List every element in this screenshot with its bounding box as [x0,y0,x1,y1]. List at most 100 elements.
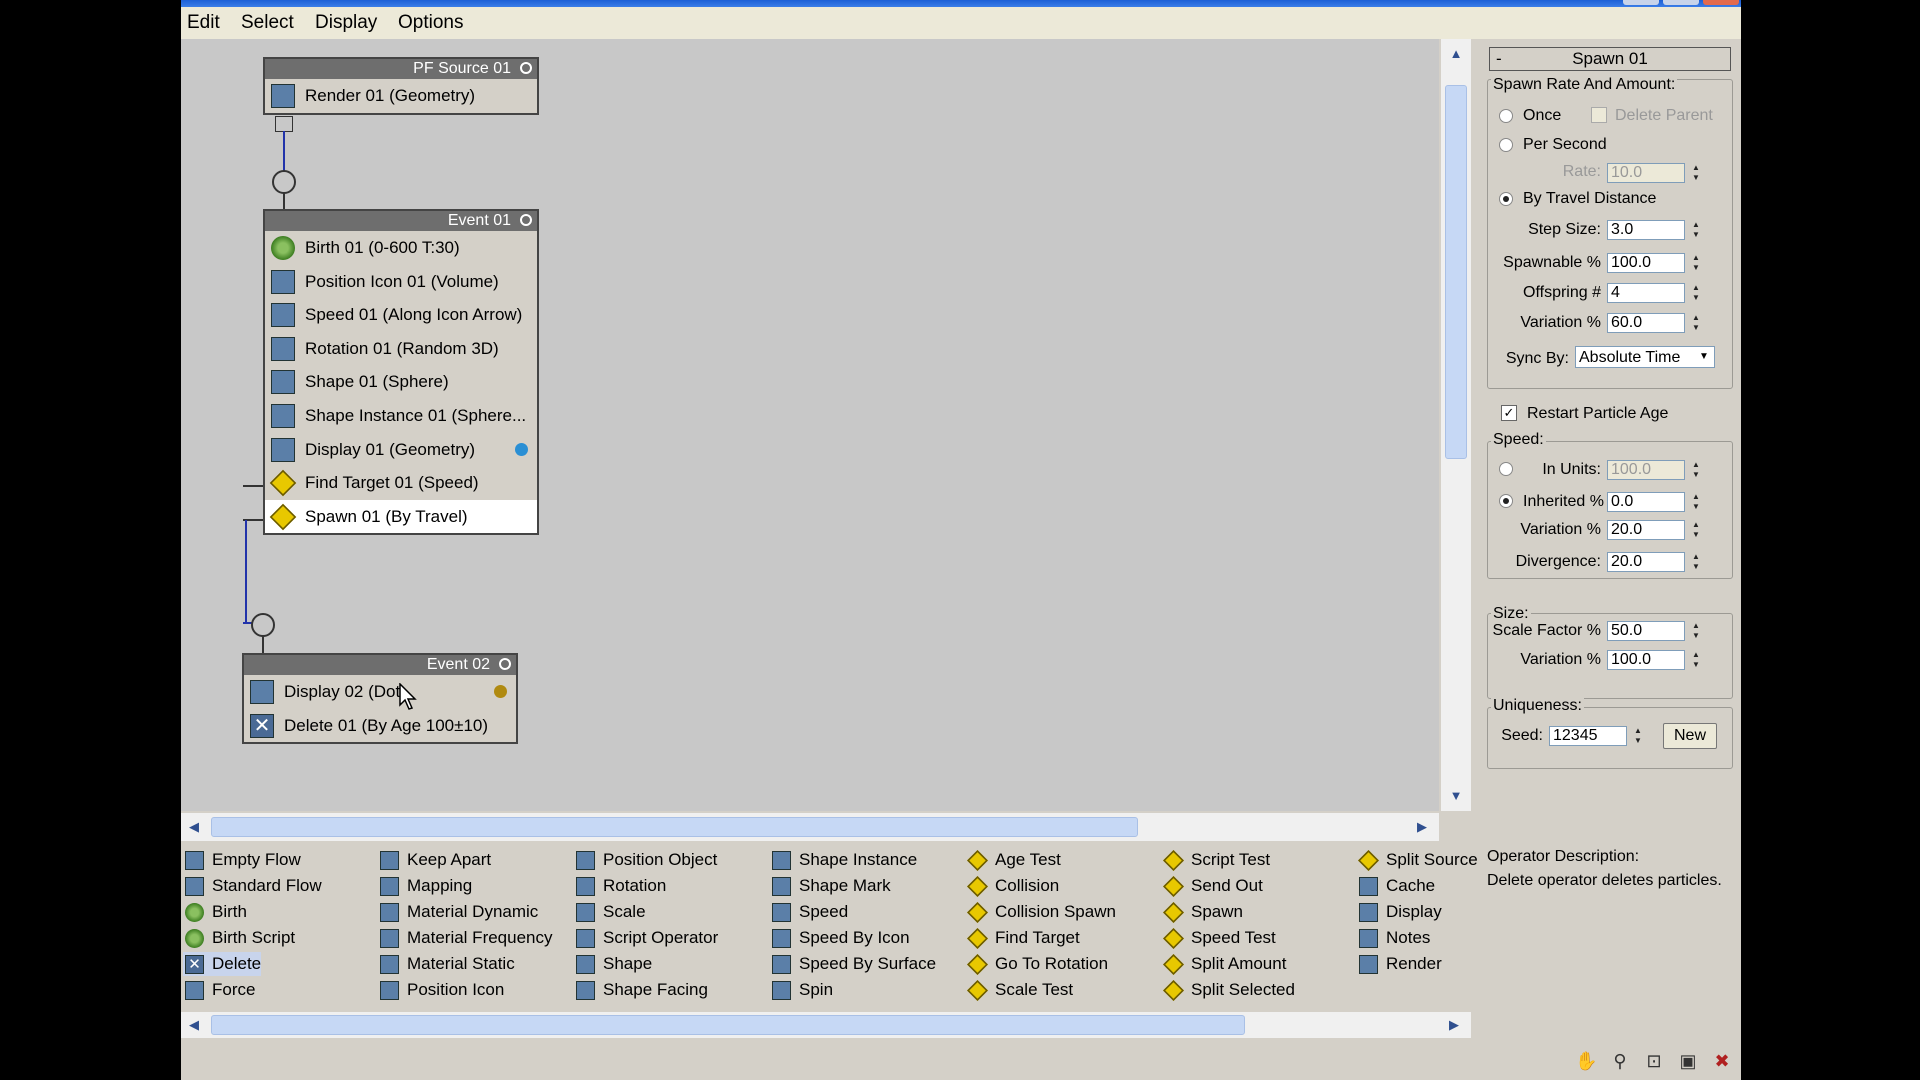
spinner-arrows-icon[interactable]: ▲ ▼ [1689,460,1703,480]
spinner-arrows-icon[interactable]: ▲ ▼ [1689,552,1703,572]
delete-parent-checkbox[interactable] [1591,107,1607,123]
depot-shape[interactable]: Shape [574,952,652,976]
depot-shape-mark[interactable]: Shape Mark [770,874,891,898]
display-color-dot[interactable] [494,685,507,698]
in-units-field[interactable]: 100.0 [1607,460,1685,480]
rate-spinner[interactable]: 10.0 ▲ ▼ [1607,163,1703,183]
depot-delete[interactable]: ✕ Delete [183,952,262,976]
spinner-arrows-icon[interactable]: ▲ ▼ [1631,726,1645,746]
depot-collision-spawn[interactable]: Collision Spawn [966,900,1116,924]
rate-field[interactable]: 10.0 [1607,163,1685,183]
operator-position-icon[interactable]: Position Icon 01 (Volume) [265,265,537,299]
depot-rotation[interactable]: Rotation [574,874,666,898]
depot-age-test[interactable]: Age Test [966,848,1061,872]
zoom-extents-icon[interactable]: ▣ [1677,1050,1699,1072]
divergence-field[interactable]: 20.0 [1607,552,1685,572]
spinner-arrows-icon[interactable]: ▲ ▼ [1689,520,1703,540]
operator-rotation[interactable]: Rotation 01 (Random 3D) [265,332,537,366]
depot-birth-script[interactable]: Birth Script [183,926,295,950]
step-size-field[interactable]: 3.0 [1607,220,1685,240]
display-color-dot[interactable] [515,442,528,456]
scroll-thumb[interactable] [1445,85,1467,459]
operator-display[interactable]: Display 01 (Geometry) [265,433,537,467]
depot-split-selected[interactable]: Split Selected [1162,978,1295,1002]
operator-spawn-selected[interactable]: Spawn 01 (By Travel) [265,499,537,534]
input-socket[interactable] [272,170,296,194]
depot-mapping[interactable]: Mapping [378,874,472,898]
spinner-arrows-icon[interactable]: ▲ ▼ [1689,492,1703,512]
scroll-right-button[interactable]: ▶ [1443,1014,1465,1036]
pin-icon[interactable] [499,658,511,670]
scroll-down-button[interactable]: ▼ [1445,785,1467,807]
by-travel-distance-radio[interactable] [1499,192,1513,206]
depot-find-target[interactable]: Find Target [966,926,1080,950]
depot-horizontal-scrollbar[interactable]: ◀ ▶ [181,1012,1471,1038]
scroll-left-button[interactable]: ◀ [183,1014,205,1036]
depot-position-object[interactable]: Position Object [574,848,717,872]
zoom-region-icon[interactable]: ⊡ [1643,1050,1665,1072]
scroll-thumb[interactable] [211,1015,1245,1035]
depot-scale[interactable]: Scale [574,900,646,924]
input-socket[interactable] [251,613,275,637]
depot-empty-flow[interactable]: Empty Flow [183,848,301,872]
spinner-arrows-icon[interactable]: ▲ ▼ [1689,163,1703,183]
in-units-radio[interactable] [1499,462,1513,476]
depot-scale-test[interactable]: Scale Test [966,978,1073,1002]
variation-field[interactable]: 60.0 [1607,313,1685,333]
depot-material-dynamic[interactable]: Material Dynamic [378,900,538,924]
operator-speed[interactable]: Speed 01 (Along Icon Arrow) [265,298,537,332]
depot-birth[interactable]: Birth [183,900,247,924]
output-port[interactable] [275,116,293,132]
size-variation-spinner[interactable]: 100.0 ▲ ▼ [1607,650,1703,670]
new-seed-button[interactable]: New [1663,723,1717,749]
depot-speed-test[interactable]: Speed Test [1162,926,1276,950]
scroll-up-button[interactable]: ▲ [1445,43,1467,65]
menu-select[interactable]: Select [241,12,294,34]
pf-source-node[interactable]: PF Source 01 Render 01 (Geometry) [263,57,539,115]
depot-spawn[interactable]: Spawn [1162,900,1243,924]
operator-birth[interactable]: Birth 01 (0-600 T:30) [265,231,537,265]
inherited-spinner[interactable]: 0.0 ▲ ▼ [1607,492,1703,512]
depot-speed[interactable]: Speed [770,900,848,924]
depot-shape-instance[interactable]: Shape Instance [770,848,917,872]
operator-shape[interactable]: Shape 01 (Sphere) [265,365,537,399]
speed-variation-spinner[interactable]: 20.0 ▲ ▼ [1607,520,1703,540]
menu-display[interactable]: Display [315,12,377,34]
pin-icon[interactable] [520,62,532,74]
vertical-scrollbar[interactable]: ▲ ▼ [1441,39,1471,811]
depot-keep-apart[interactable]: Keep Apart [378,848,491,872]
depot-shape-facing[interactable]: Shape Facing [574,978,708,1002]
scroll-thumb[interactable] [211,817,1138,837]
sync-by-dropdown[interactable]: Absolute Time ▼ [1575,346,1715,368]
restart-particle-age-checkbox[interactable]: ✓ [1501,405,1517,421]
event02-node[interactable]: Event 02 Display 02 (Dot ✕ Delete 01 (By … [242,653,518,745]
depot-display[interactable]: Display [1357,900,1442,924]
depot-material-frequency[interactable]: Material Frequency [378,926,553,950]
spawn-rollout-header[interactable]: - Spawn 01 [1489,47,1731,71]
divergence-spinner[interactable]: 20.0 ▲ ▼ [1607,552,1703,572]
variation-spinner[interactable]: 60.0 ▲ ▼ [1607,313,1703,333]
in-units-spinner[interactable]: 100.0 ▲ ▼ [1607,460,1703,480]
inherited-radio[interactable] [1499,494,1513,508]
scroll-right-button[interactable]: ▶ [1411,816,1433,838]
depot-split-source[interactable]: Split Source [1357,848,1478,872]
no-zoom-icon[interactable]: ✖ [1711,1050,1733,1072]
seed-spinner[interactable]: 12345 ▲ ▼ [1549,726,1645,746]
depot-spin[interactable]: Spin [770,978,833,1002]
inherited-field[interactable]: 0.0 [1607,492,1685,512]
spinner-arrows-icon[interactable]: ▲ ▼ [1689,283,1703,303]
per-second-radio[interactable] [1499,138,1513,152]
collapse-toggle[interactable]: - [1496,48,1502,70]
spinner-arrows-icon[interactable]: ▲ ▼ [1689,621,1703,641]
depot-script-test[interactable]: Script Test [1162,848,1270,872]
menu-options[interactable]: Options [398,12,463,34]
depot-force[interactable]: Force [183,978,255,1002]
spinner-arrows-icon[interactable]: ▲ ▼ [1689,220,1703,240]
operator-delete[interactable]: ✕ Delete 01 (By Age 100±10) [244,709,516,743]
test-output-port[interactable] [243,485,263,487]
scale-factor-field[interactable]: 50.0 [1607,621,1685,641]
maximize-button[interactable] [1663,0,1699,5]
depot-speed-by-icon[interactable]: Speed By Icon [770,926,910,950]
operator-find-target[interactable]: Find Target 01 (Speed) [265,466,537,500]
operator-shape-instance[interactable]: Shape Instance 01 (Sphere... [265,399,537,433]
